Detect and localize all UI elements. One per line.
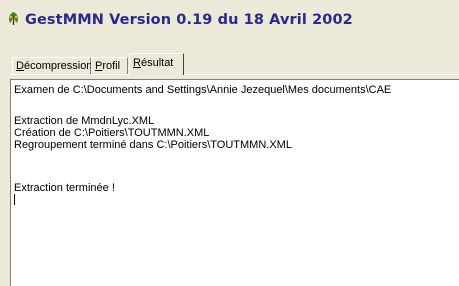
log-line: Examen de C:\Documents and Settings\Anni… bbox=[14, 84, 392, 96]
tab-profil[interactable]: Profil bbox=[91, 57, 128, 74]
window-title: GestMMN Version 0.19 du 18 Avril 2002 bbox=[25, 12, 353, 28]
tab-decompression-label: écompression bbox=[23, 60, 93, 72]
text-caret bbox=[14, 194, 15, 205]
leaf-app-icon bbox=[6, 11, 21, 26]
tab-decompression-mnemonic: D bbox=[16, 60, 24, 72]
title-bar: GestMMN Version 0.19 du 18 Avril 2002 bbox=[0, 0, 459, 42]
tab-profil-label: rofil bbox=[102, 60, 121, 72]
tab-resultat[interactable]: Résultat bbox=[129, 53, 184, 75]
result-log-textarea[interactable]: Examen de C:\Documents and Settings\Anni… bbox=[10, 79, 459, 286]
tab-resultat-mnemonic: R bbox=[133, 57, 141, 69]
log-line: Extraction de MmdnLyc.XML bbox=[14, 115, 155, 127]
tab-divider bbox=[10, 74, 459, 75]
log-line: Extraction terminée ! bbox=[14, 182, 115, 194]
log-line: Création de C:\Poitiers\TOUTMMN.XML bbox=[14, 127, 210, 139]
tab-decompression[interactable]: Décompression bbox=[12, 57, 93, 74]
tab-resultat-label: ésultat bbox=[140, 57, 174, 69]
log-line: Regroupement terminé dans C:\Poitiers\TO… bbox=[14, 139, 292, 151]
